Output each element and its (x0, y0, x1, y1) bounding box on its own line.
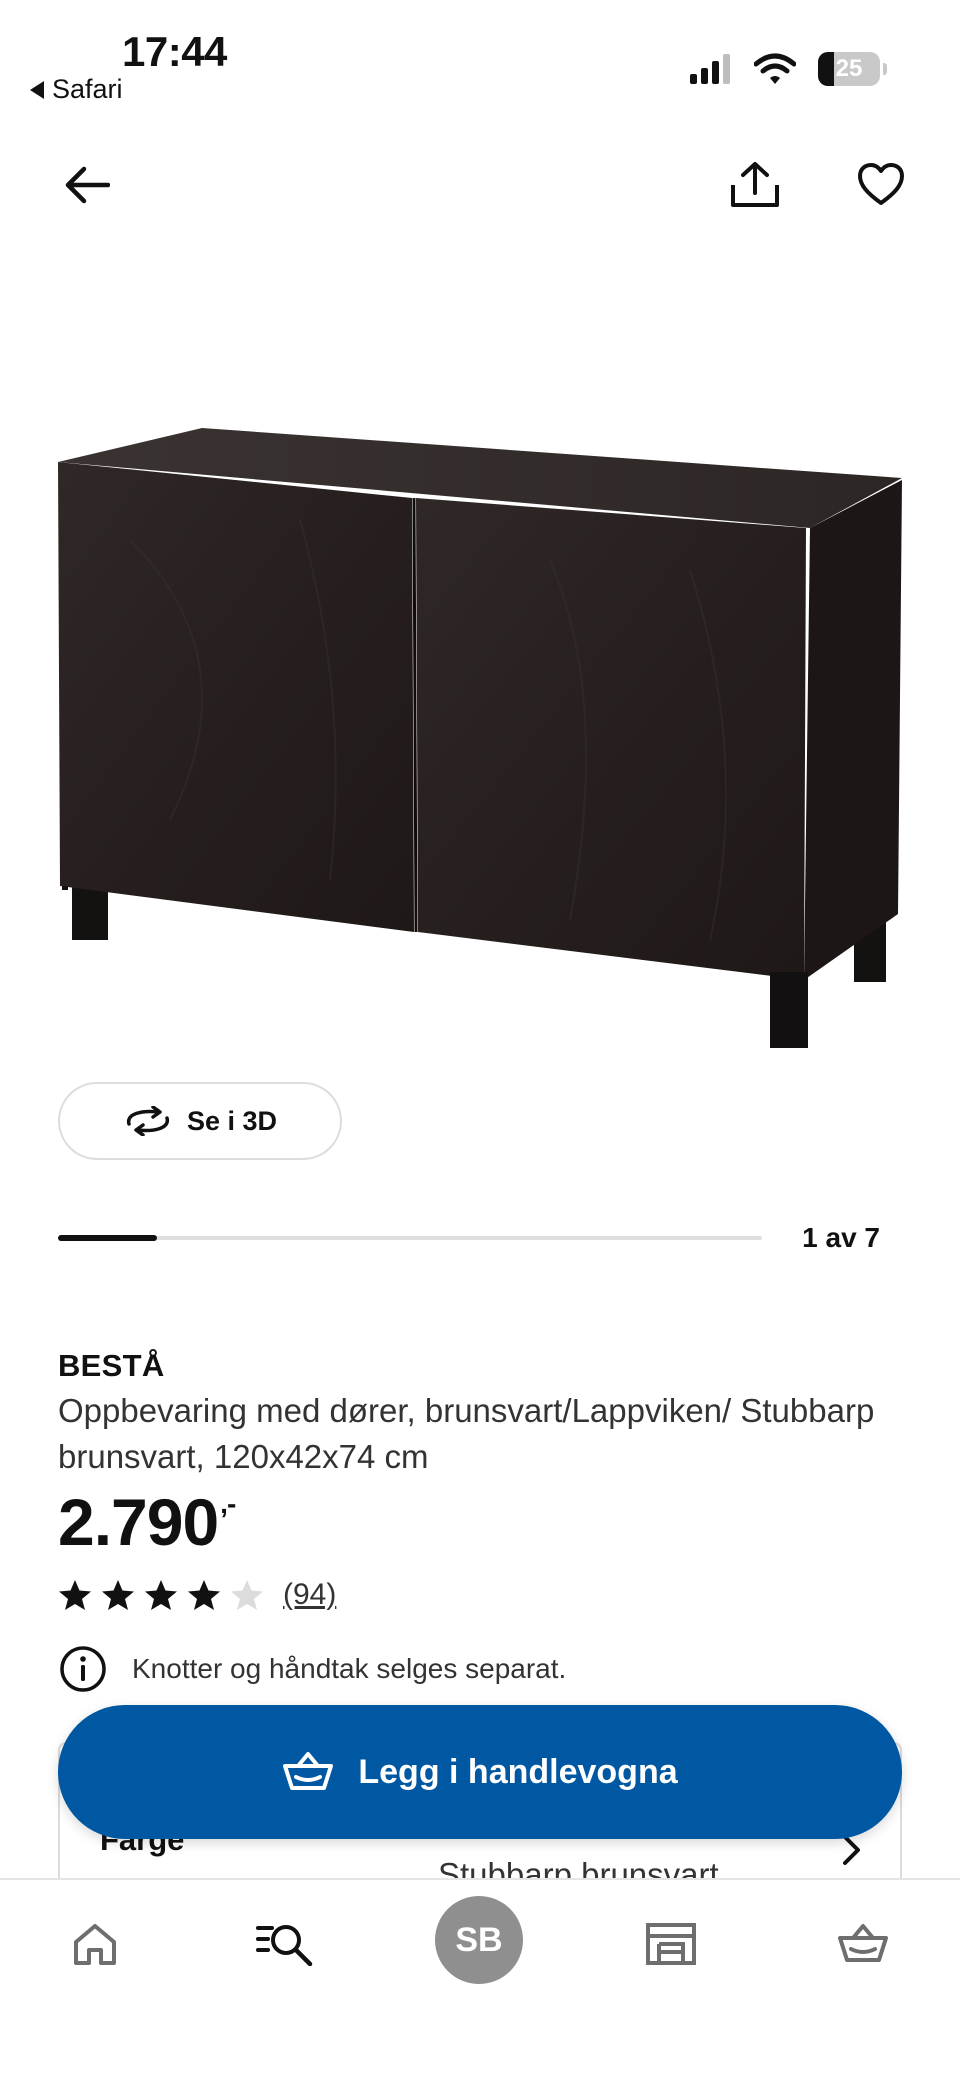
bottom-navigation: SB (0, 1878, 960, 2081)
share-icon (731, 162, 779, 207)
search-list-icon (256, 1925, 313, 1966)
wifi-icon (754, 53, 796, 84)
avatar: SB (435, 1896, 523, 1984)
battery-level: 25 (835, 55, 863, 82)
nav-stores[interactable] (616, 1896, 726, 1992)
info-note: Knotter og håndtak selges separat. (58, 1644, 566, 1694)
nav-cart[interactable] (808, 1896, 918, 1992)
share-button[interactable] (720, 150, 790, 220)
product-description: Oppbevaring med dører, brunsvart/Lappvik… (58, 1392, 875, 1475)
store-icon (646, 1923, 696, 1965)
back-app-label: Safari (52, 74, 123, 104)
battery-icon: 25 (818, 52, 887, 86)
signal-icon (690, 54, 730, 84)
product-price: 2.790 ,- (58, 1484, 236, 1560)
nav-search[interactable] (230, 1896, 340, 1992)
info-note-text: Knotter og håndtak selges separat. (132, 1653, 567, 1684)
status-time: 17:44 (122, 28, 227, 75)
star-filled-icon (188, 1580, 220, 1610)
star-filled-icon (145, 1580, 177, 1610)
see-in-3d-button[interactable]: Se i 3D (58, 1082, 342, 1160)
product-rating[interactable]: (94) (58, 1578, 336, 1612)
back-triangle-icon (30, 80, 44, 99)
price-value: 2.790 (58, 1485, 219, 1559)
basket-icon (283, 1752, 334, 1790)
see-in-3d-label: Se i 3D (186, 1105, 278, 1136)
review-count[interactable]: (94) (283, 1578, 336, 1612)
home-icon (74, 1924, 116, 1965)
star-filled-icon (102, 1580, 134, 1610)
product-image[interactable] (50, 400, 910, 1060)
favourite-button[interactable] (846, 150, 916, 220)
image-counter: 1 av 7 (802, 1222, 880, 1253)
nav-profile[interactable]: SB (424, 1888, 534, 1992)
rotate-3d-icon (126, 1106, 170, 1136)
cart-icon (838, 1924, 888, 1962)
star-filled-icon (59, 1580, 91, 1610)
add-to-cart-button[interactable]: Legg i handlevogna (58, 1705, 902, 1839)
info-icon (60, 1646, 106, 1692)
back-button[interactable] (52, 150, 122, 220)
back-to-safari[interactable]: Safari (30, 74, 123, 105)
nav-home[interactable] (40, 1896, 150, 1992)
rating-stars (58, 1579, 264, 1611)
product-brand: BESTÅ (58, 1348, 165, 1383)
status-indicators: 25 (690, 52, 887, 86)
heart-icon (858, 163, 904, 205)
price-suffix: ,- (220, 1488, 236, 1519)
image-carousel-progress-fill (58, 1235, 157, 1241)
add-to-cart-label: Legg i handlevogna (358, 1752, 678, 1791)
arrow-left-icon (65, 166, 110, 204)
star-empty-icon (231, 1580, 263, 1610)
image-carousel-progress (58, 1235, 762, 1241)
